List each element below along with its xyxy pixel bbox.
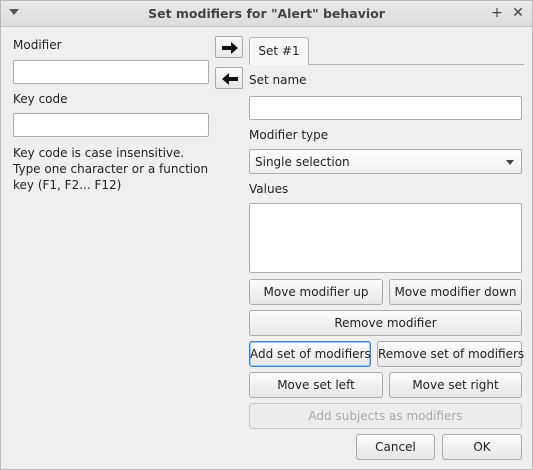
values-label: Values [249,182,289,196]
remove-set-of-modifiers-button[interactable]: Remove set of modifiers [377,341,524,367]
set-name-label: Set name [249,73,307,87]
pin-icon[interactable]: + [489,5,505,21]
move-modifier-down-button[interactable]: Move modifier down [389,279,522,305]
arrow-right-icon [222,42,238,54]
modifier-type-label: Modifier type [249,128,329,142]
move-modifier-up-button[interactable]: Move modifier up [249,279,383,305]
move-set-right-button[interactable]: Move set right [389,372,522,398]
remove-modifier-button[interactable]: Remove modifier [249,310,522,336]
add-modifier-arrow-button[interactable] [215,36,243,58]
values-list[interactable] [249,203,522,273]
tab-set-1[interactable]: Set #1 [249,37,309,65]
modifier-type-select[interactable]: Single selection [249,149,522,174]
set-name-input[interactable] [249,96,522,120]
ok-button[interactable]: OK [442,434,522,460]
close-icon[interactable]: ✕ [510,5,526,21]
move-set-left-button[interactable]: Move set left [249,372,383,398]
remove-modifier-arrow-button[interactable] [215,67,243,89]
modifier-type-value: Single selection [255,155,350,169]
chevron-down-icon [506,160,514,165]
cancel-button[interactable]: Cancel [356,434,435,460]
add-subjects-as-modifiers-button: Add subjects as modifiers [249,403,522,429]
arrow-left-icon [222,73,238,85]
window-title: Set modifiers for "Alert" behavior [148,6,385,21]
modifier-input[interactable] [13,60,209,84]
keycode-label: Key code [13,92,68,106]
tab-bar-divider [309,64,524,65]
add-set-of-modifiers-button[interactable]: Add set of modifiers [249,341,371,367]
modifier-label: Modifier [13,38,62,52]
title-bar[interactable]: Set modifiers for "Alert" behavior + ✕ [1,1,532,27]
dialog-window: Set modifiers for "Alert" behavior + ✕ M… [0,0,533,470]
keycode-hint: Key code is case insensitive. Type one c… [13,146,209,192]
keycode-input[interactable] [13,113,209,137]
